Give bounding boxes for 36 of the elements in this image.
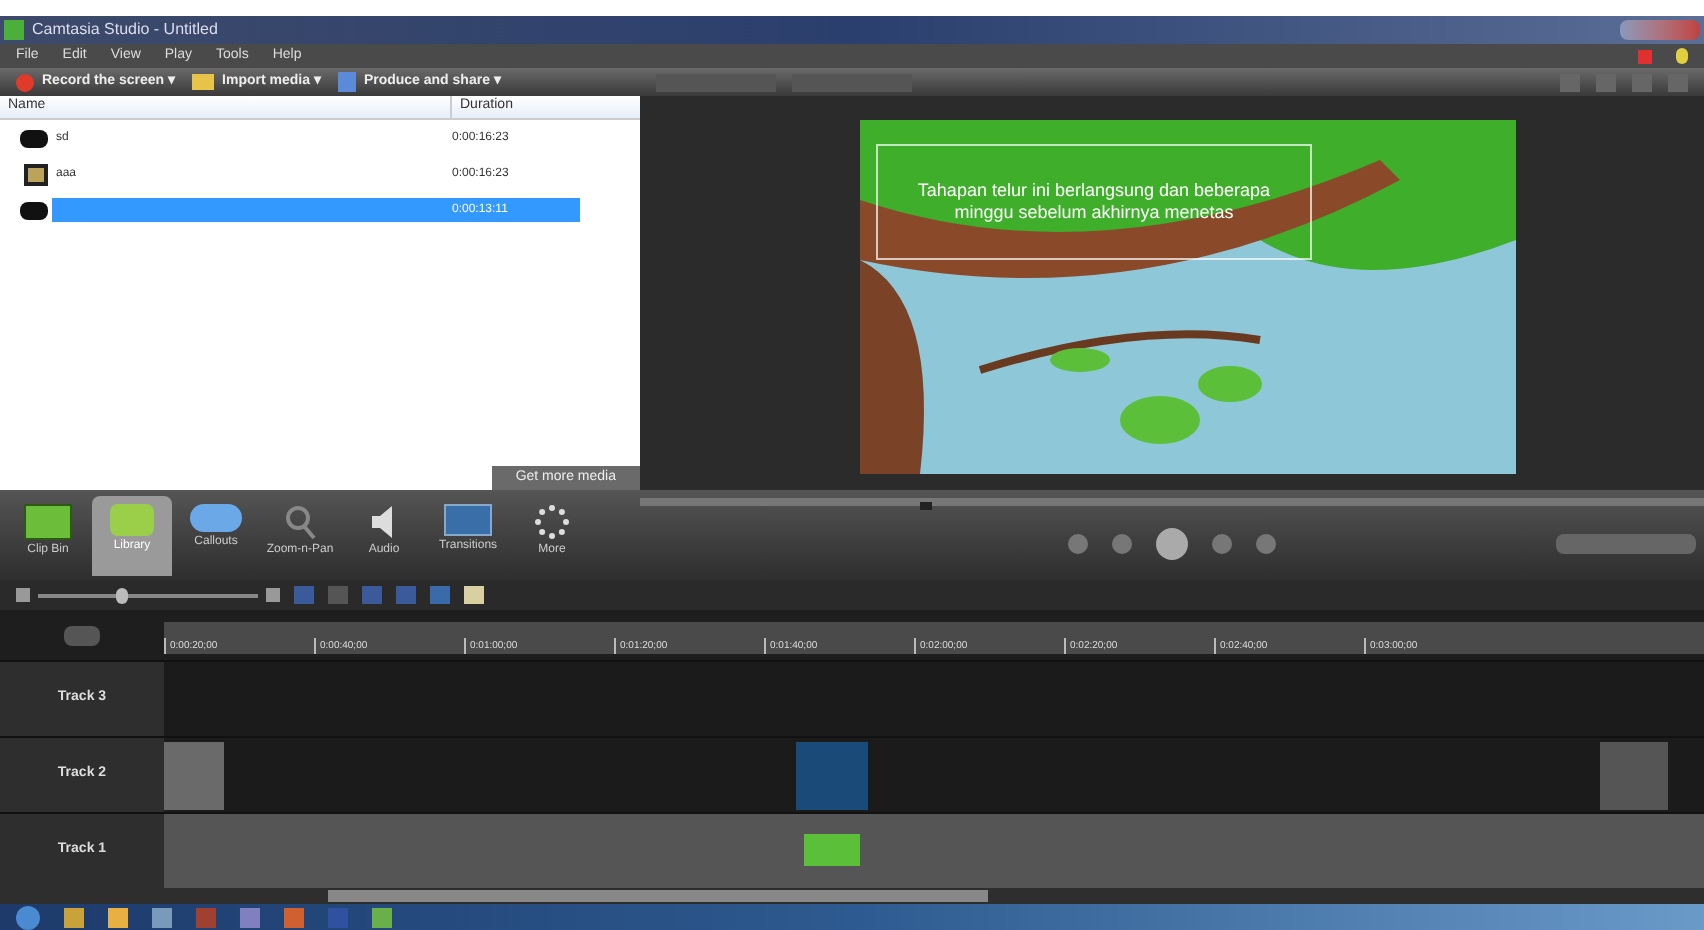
clip-thumbnail-icon [24, 504, 72, 540]
zoom-dropdown[interactable] [792, 73, 912, 91]
play-button[interactable] [1156, 527, 1188, 559]
taskbar-app-icon[interactable] [372, 907, 392, 927]
timecode-display [1556, 533, 1696, 553]
playhead-handle[interactable] [920, 502, 932, 510]
media-clip[interactable] [796, 742, 868, 810]
taskbar-app-icon[interactable] [108, 907, 128, 927]
taskbar-app-icon[interactable] [240, 907, 260, 927]
magnifier-icon [284, 504, 316, 540]
caption-text: Tahapan telur ini berlangsung dan beberapa minggu sebelum akhirnya menetas [915, 180, 1273, 224]
record-icon [16, 73, 34, 91]
bulb-icon [1676, 48, 1688, 64]
forward-button[interactable] [1212, 533, 1232, 553]
taskbar-app-icon[interactable] [152, 907, 172, 927]
rewind-button[interactable] [1112, 533, 1132, 553]
horizontal-scrollbar[interactable] [328, 890, 988, 902]
transition-icon [444, 504, 492, 536]
taskbar-app-icon[interactable] [64, 907, 84, 927]
canvas-size-dropdown[interactable] [656, 73, 776, 91]
skip-back-button[interactable] [1068, 533, 1088, 553]
speech-bubble-icon [190, 504, 242, 532]
clip-thumbnail[interactable] [804, 834, 860, 866]
image-file-icon [24, 163, 48, 185]
window-title: Camtasia Studio - Untitled [32, 18, 218, 42]
zoom-slider-thumb[interactable] [115, 587, 127, 603]
start-button[interactable] [16, 905, 40, 929]
seek-bar[interactable] [640, 498, 1704, 506]
taskbar-app-icon[interactable] [284, 907, 304, 927]
window-controls[interactable] [1620, 20, 1700, 40]
media-clip[interactable] [1600, 742, 1668, 810]
media-clip[interactable] [164, 742, 224, 810]
settings-dropdown[interactable] [64, 625, 100, 645]
skip-forward-button[interactable] [1256, 533, 1276, 553]
dots-circle-icon [534, 504, 570, 540]
app-logo-icon [4, 20, 24, 40]
